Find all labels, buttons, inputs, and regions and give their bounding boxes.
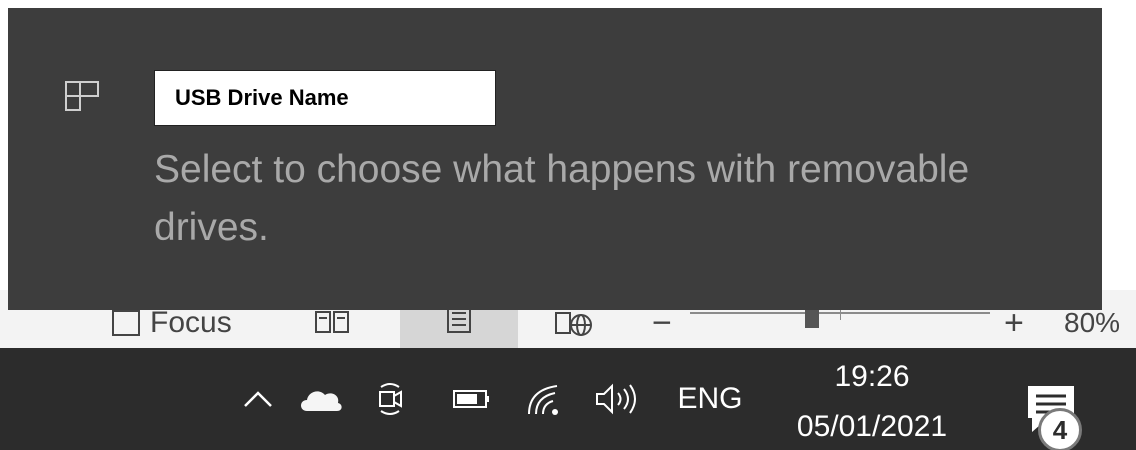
clock-date: 05/01/2021 xyxy=(796,410,948,443)
meet-now-button[interactable] xyxy=(368,348,412,450)
meet-now-icon xyxy=(379,383,402,415)
focus-icon xyxy=(112,310,140,336)
read-mode-icon xyxy=(315,311,349,333)
input-language-button[interactable]: ENG xyxy=(662,348,758,450)
toast-title: USB Drive Name xyxy=(154,70,496,126)
volume-button[interactable] xyxy=(588,348,646,450)
web-layout-icon xyxy=(555,312,592,336)
drive-icon xyxy=(65,81,99,111)
onedrive-button[interactable] xyxy=(290,348,350,450)
battery-button[interactable] xyxy=(448,348,496,450)
volume-icon xyxy=(596,383,636,415)
chevron-up-icon xyxy=(244,391,272,407)
toast-notification[interactable]: USB Drive Name Select to choose what hap… xyxy=(8,8,1102,310)
notification-count-badge: 4 xyxy=(1038,408,1082,450)
toast-body: Select to choose what happens with remov… xyxy=(154,148,970,249)
focus-label: Focus xyxy=(150,306,232,339)
show-hidden-icons-button[interactable] xyxy=(236,348,280,450)
battery-icon xyxy=(453,390,489,408)
wifi-icon xyxy=(528,385,558,415)
taskbar-clock[interactable]: 19:26 05/01/2021 xyxy=(772,348,972,450)
network-button[interactable] xyxy=(520,348,570,450)
clock-time: 19:26 xyxy=(834,360,910,393)
onedrive-cloud-icon xyxy=(301,391,342,411)
